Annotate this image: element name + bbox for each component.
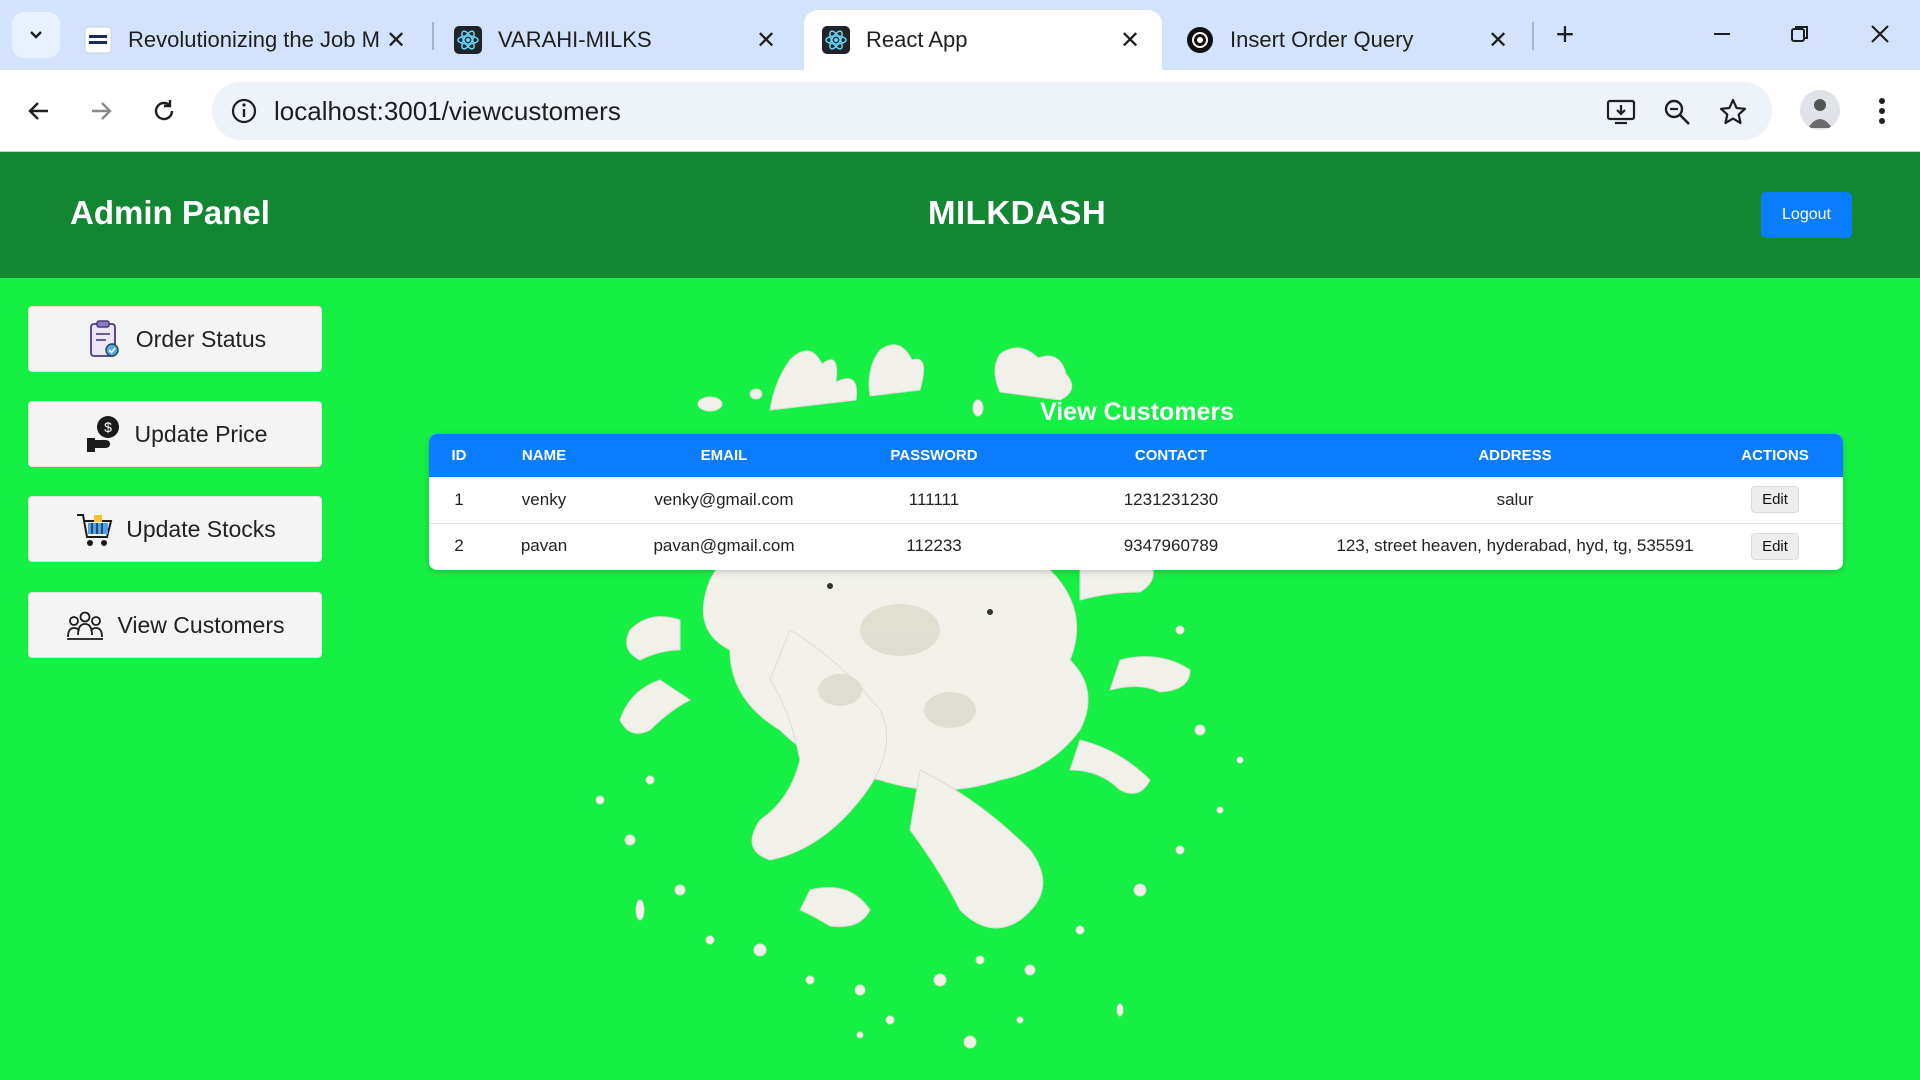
back-button[interactable] (18, 90, 60, 132)
sidebar-item-label: Order Status (135, 325, 267, 352)
cart-icon (74, 509, 114, 549)
chevron-down-icon (30, 31, 42, 39)
close-icon[interactable]: ✕ (382, 26, 410, 54)
cell-address: salur (1496, 489, 1534, 509)
money-hand-icon: $ (83, 414, 123, 454)
browser-menu-button[interactable] (1868, 92, 1896, 130)
cell-actions: Edit (1707, 523, 1843, 569)
app-brand-title: MILKDASH (928, 194, 1107, 231)
svg-text:$: $ (104, 419, 112, 435)
admin-panel-title: Admin Panel (70, 194, 270, 231)
react-icon (822, 26, 850, 54)
cell-id: 1 (454, 489, 464, 509)
browser-tab-bar: Revolutionizing the Job M ✕ VARAHI-MILKS… (0, 0, 1920, 70)
reload-button[interactable] (143, 90, 185, 132)
tab-separator (1532, 22, 1534, 50)
arrow-right-icon (92, 102, 112, 120)
sidebar-item-label: View Customers (117, 611, 285, 638)
address-bar[interactable]: localhost:3001/viewcustomers (212, 82, 1772, 140)
url-text: localhost:3001/viewcustomers (274, 96, 621, 126)
column-header-address: ADDRESS (1478, 447, 1552, 464)
column-header-id: ID (451, 447, 467, 464)
tab-separator (432, 22, 434, 50)
browser-tab[interactable]: Revolutionizing the Job M ✕ (66, 10, 428, 70)
sidebar-item-label: Update Stocks (126, 515, 276, 542)
column-header-contact: CONTACT (1134, 447, 1208, 464)
edit-button[interactable]: Edit (1751, 486, 1799, 514)
cell-contact: 1231231230 (1123, 489, 1219, 509)
sidebar-item-update-price[interactable]: $ Update Price (28, 401, 322, 467)
tab-search-button[interactable] (12, 12, 60, 58)
logout-button[interactable]: Logout (1761, 192, 1852, 238)
close-icon[interactable]: ✕ (752, 26, 780, 54)
column-header-password: PASSWORD (890, 447, 978, 464)
restore-icon (1791, 26, 1808, 42)
cell-name: pavan (520, 536, 568, 556)
people-icon (65, 605, 105, 645)
browser-tab[interactable]: VARAHI-MILKS ✕ (436, 10, 798, 70)
sidebar-item-update-stocks[interactable]: Update Stocks (28, 496, 322, 562)
column-header-email: EMAIL (700, 447, 748, 464)
tab-title: Revolutionizing the Job M (128, 27, 380, 52)
cell-name: venky (521, 489, 567, 509)
sidebar-item-order-status[interactable]: Order Status (28, 306, 322, 372)
column-header-actions: ACTIONS (1741, 447, 1809, 464)
arrow-left-icon (28, 102, 48, 120)
app-header: Admin Panel MILKDASH Logout (0, 152, 1920, 278)
table-row: 2 pavan pavan@gmail.com 112233 934796078… (429, 523, 1843, 569)
close-icon[interactable]: ✕ (1116, 26, 1144, 54)
edit-button[interactable]: Edit (1751, 532, 1799, 560)
browser-tab-active[interactable]: React App ✕ (804, 10, 1162, 70)
cell-password: 112233 (906, 536, 962, 556)
tab-title: VARAHI-MILKS (498, 27, 652, 52)
sidebar-item-view-customers[interactable]: View Customers (28, 592, 322, 658)
column-header-name: NAME (521, 447, 567, 464)
bookmark-star-icon[interactable] (1716, 95, 1750, 129)
cell-email: venky@gmail.com (654, 489, 794, 509)
cell-actions: Edit (1707, 477, 1843, 523)
table-row: 1 venky venky@gmail.com 111111 123123123… (429, 477, 1843, 523)
sidebar-item-label: Update Price (134, 420, 268, 447)
new-tab-button[interactable]: + (1548, 18, 1582, 52)
install-app-icon[interactable] (1604, 95, 1638, 129)
page-title: View Customers (1040, 398, 1235, 426)
reload-icon (154, 100, 174, 121)
cell-address: 123, street heaven, hyderabad, hyd, tg, … (1336, 536, 1694, 556)
site-info-icon[interactable] (228, 95, 260, 127)
cell-contact: 9347960789 (1123, 536, 1219, 556)
clipboard-icon (84, 319, 124, 359)
openai-icon (1186, 26, 1214, 54)
tab-title: Insert Order Query (1230, 27, 1414, 52)
zoom-icon[interactable] (1660, 95, 1694, 129)
more-vert-icon (1879, 98, 1885, 124)
minimize-icon (1714, 33, 1730, 35)
avatar-icon (1800, 90, 1840, 130)
tab-title: React App (866, 27, 968, 52)
cell-id: 2 (454, 536, 464, 556)
table-header-row: ID NAME EMAIL PASSWORD CONTACT ADDRESS A… (429, 434, 1843, 477)
forward-button[interactable] (80, 90, 122, 132)
close-icon (1871, 25, 1889, 43)
customers-table: ID NAME EMAIL PASSWORD CONTACT ADDRESS A… (429, 434, 1843, 570)
close-icon[interactable]: ✕ (1484, 26, 1512, 54)
minimize-button[interactable] (1702, 16, 1742, 52)
close-window-button[interactable] (1860, 16, 1900, 52)
react-icon (454, 26, 482, 54)
restore-button[interactable] (1780, 16, 1820, 52)
browser-toolbar: localhost:3001/viewcustomers (0, 70, 1920, 152)
nxtwave-icon (84, 26, 112, 54)
browser-tab[interactable]: Insert Order Query ✕ (1168, 10, 1530, 70)
cell-email: pavan@gmail.com (653, 536, 795, 556)
profile-avatar[interactable] (1800, 90, 1840, 130)
cell-password: 111111 (908, 489, 960, 509)
